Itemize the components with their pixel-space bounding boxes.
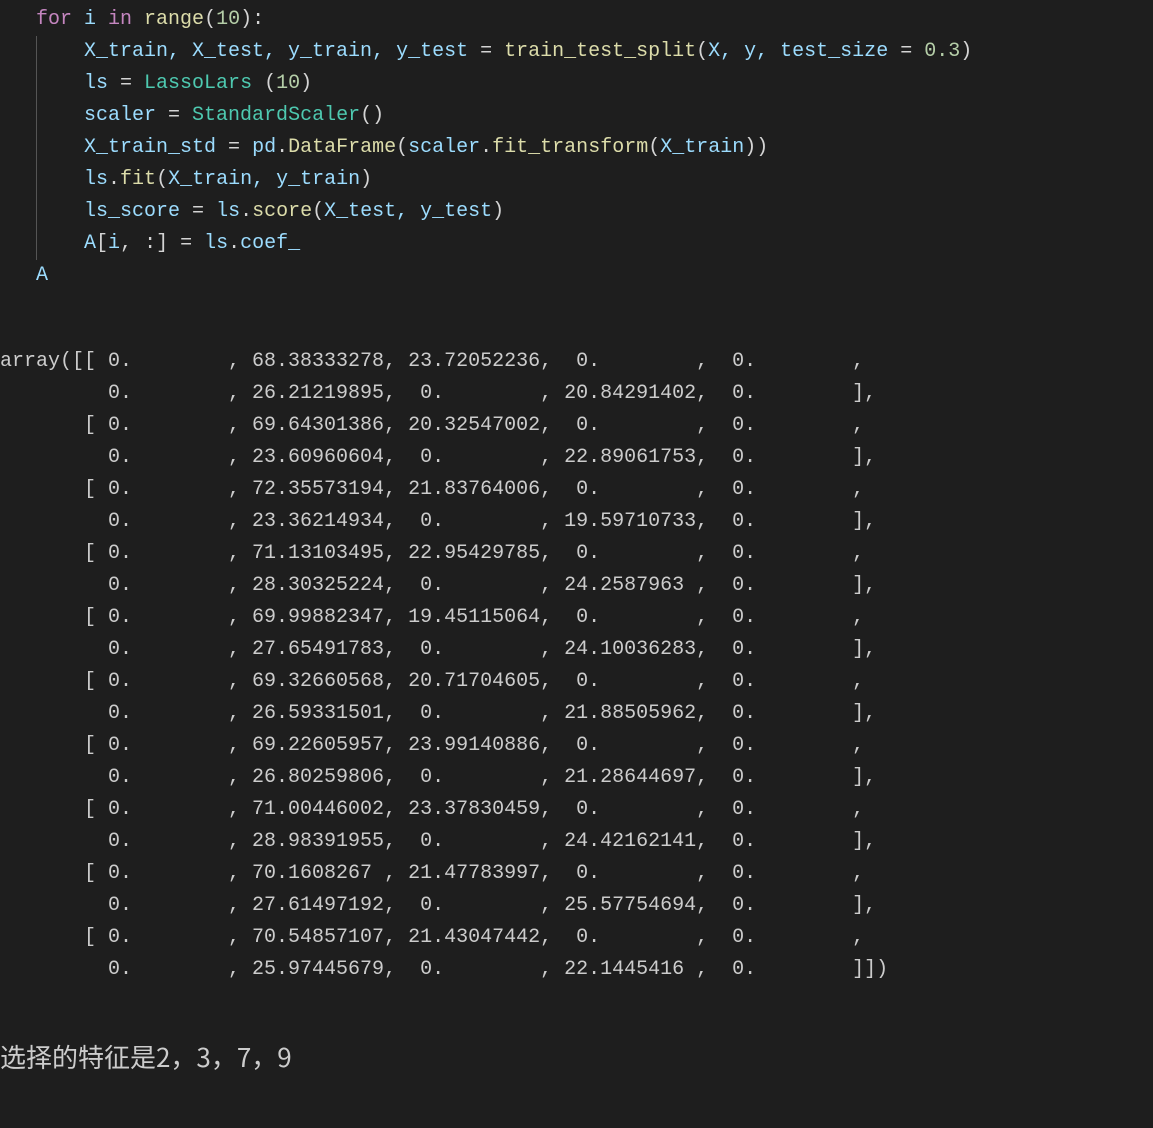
code-line-7[interactable]: ls_score = ls.score(X_test, y_test): [36, 196, 1153, 228]
keyword-in: in: [108, 8, 132, 31]
code-line-1[interactable]: for i in range(10):: [36, 4, 1153, 36]
output-cell: array([[ 0. , 68.38333278, 23.72052236, …: [0, 326, 1153, 1006]
markdown-cell: 选择的特征是2，3，7，9: [0, 1006, 1153, 1086]
keyword-for: for: [36, 8, 72, 31]
code-line-4[interactable]: scaler = StandardScaler(): [36, 100, 1153, 132]
code-line-9[interactable]: A: [36, 260, 1153, 292]
code-line-5[interactable]: X_train_std = pd.DataFrame(scaler.fit_tr…: [36, 132, 1153, 164]
code-line-8[interactable]: A[i, :] = ls.coef_: [36, 228, 1153, 260]
code-line-6[interactable]: ls.fit(X_train, y_train): [36, 164, 1153, 196]
code-cell[interactable]: for i in range(10): X_train, X_test, y_t…: [0, 0, 1153, 296]
code-line-3[interactable]: ls = LassoLars (10): [36, 68, 1153, 100]
code-line-2[interactable]: X_train, X_test, y_train, y_test = train…: [36, 36, 1153, 68]
